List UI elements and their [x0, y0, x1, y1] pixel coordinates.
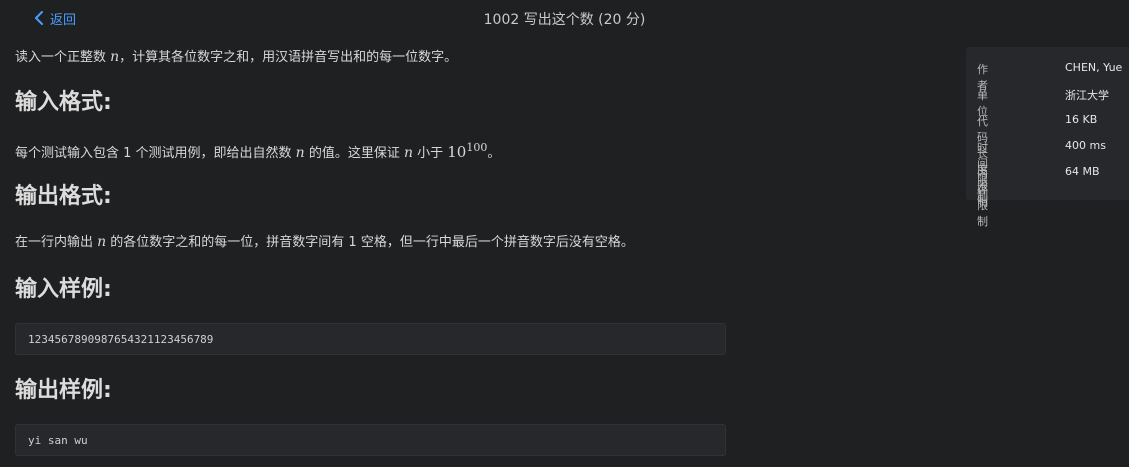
input-desc-text-d: 。 — [487, 146, 501, 161]
input-format-heading: 输入格式: — [15, 90, 112, 115]
output-format-desc: 在一行内输出 n 的各位数字之和的每一位，拼音数字间有 1 空格，但一行中最后一… — [15, 232, 634, 253]
sample-output-heading: 输出样例: — [15, 378, 112, 403]
info-value: 400 ms — [1065, 139, 1106, 152]
info-label: 内存限制 — [977, 167, 988, 228]
output-format-heading: 输出格式: — [15, 184, 112, 209]
page-title: 1002 写出这个数 (20 分) — [483, 12, 646, 28]
sample-output-text: yi san wu — [28, 433, 88, 447]
sample-input-box[interactable]: 1234567890987654321123456789 — [15, 323, 726, 355]
intro-text-a: 读入一个正整数 — [15, 50, 111, 65]
output-desc-var-n: n — [97, 234, 107, 250]
sample-input-heading: 输入样例: — [15, 277, 112, 302]
input-desc-base: 10 — [447, 143, 467, 161]
input-desc-text-c: 小于 — [413, 146, 448, 161]
info-value: CHEN, Yue — [1065, 61, 1123, 74]
input-format-desc: 每个测试输入包含 1 个测试用例，即给出自然数 n 的值。这里保证 n 小于 1… — [15, 138, 500, 164]
problem-intro: 读入一个正整数 n，计算其各位数字之和，用汉语拼音写出和的每一位数字。 — [15, 47, 457, 68]
output-desc-text-a: 在一行内输出 — [15, 235, 98, 250]
input-desc-exponent: 100 — [466, 141, 488, 154]
input-desc-text-a: 每个测试输入包含 1 个测试用例，即给出自然数 — [15, 146, 296, 161]
info-value: 64 MB — [1065, 165, 1100, 178]
problem-info-panel: 作者 CHEN, Yue 单位 浙江大学 代码长度限制 16 KB 时间限制 4… — [966, 47, 1129, 228]
sample-output-box[interactable]: yi san wu — [15, 424, 726, 456]
input-desc-text-b: 的值。这里保证 — [304, 146, 404, 161]
sample-input-text: 1234567890987654321123456789 — [28, 332, 214, 346]
output-desc-text-b: 的各位数字之和的每一位，拼音数字间有 1 空格，但一行中最后一个拼音数字后没有空… — [106, 235, 634, 250]
top-bar: 返回 1002 写出这个数 (20 分) — [0, 0, 1129, 36]
info-value: 16 KB — [1065, 113, 1098, 126]
input-desc-var-n2: n — [403, 145, 413, 161]
intro-var-n: n — [110, 49, 120, 65]
intro-text-b: ，计算其各位数字之和，用汉语拼音写出和的每一位数字。 — [119, 50, 458, 65]
input-desc-var-n1: n — [295, 145, 305, 161]
info-value: 浙江大学 — [1065, 89, 1109, 102]
